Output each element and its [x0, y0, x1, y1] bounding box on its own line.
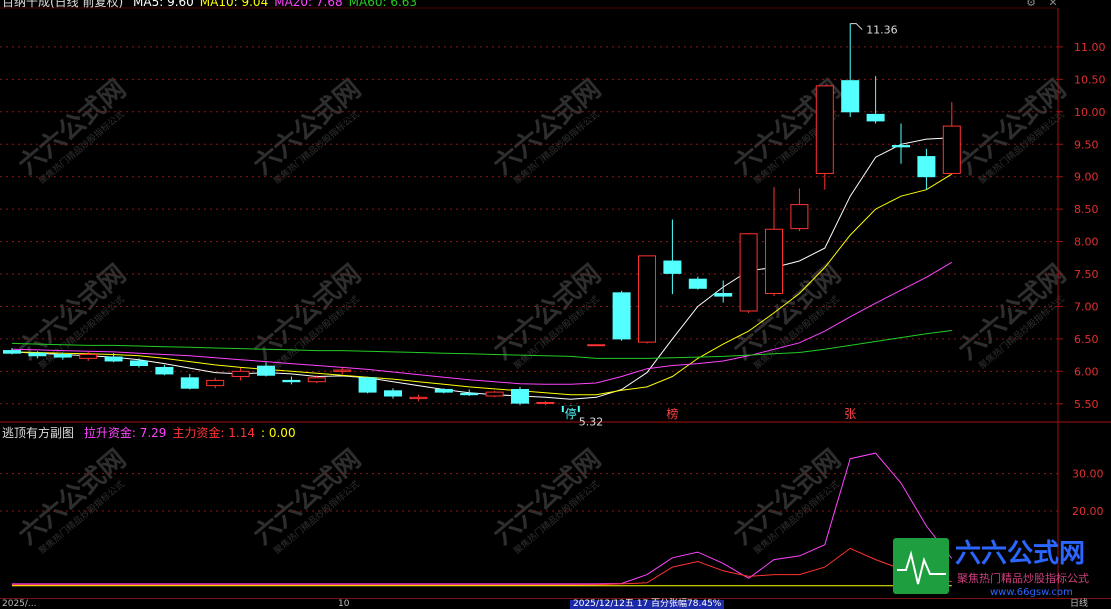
watermark-tile: 六六公式网聚焦热门精品炒股指标公式	[488, 259, 607, 372]
ma-legend-item: MA20: 7.68	[274, 0, 343, 9]
price-tick-label: 7.50	[1074, 268, 1099, 281]
watermark-tile: 六六公式网聚焦热门精品炒股指标公式	[488, 74, 607, 187]
ma-legend-item: MA10: 9.04	[199, 0, 269, 9]
event-marker: 停	[565, 406, 577, 421]
candle-body	[28, 352, 47, 357]
candle-body	[587, 344, 606, 347]
brand-url: www.66gsw.com	[990, 587, 1073, 598]
candle-body	[53, 353, 72, 358]
brand-logo-box	[893, 538, 949, 594]
watermark-tile: 六六公式网聚焦热门精品炒股指标公式	[488, 444, 607, 557]
candle-body	[790, 204, 809, 230]
candle-body	[942, 125, 961, 174]
watermark-tile: 六六公式网聚焦热门精品炒股指标公式	[953, 259, 1072, 372]
ma-legend-group: MA5: 9.60 MA10: 9.04 MA20: 7.68 MA60: 6.63	[133, 0, 423, 9]
watermark-layer: 六六公式网聚焦热门精品炒股指标公式 六六公式网聚焦热门精品炒股指标公式 六六公式网聚…	[13, 74, 1072, 557]
gear-icon[interactable]: ⚙	[1024, 0, 1038, 10]
price-tick-label: 6.50	[1074, 333, 1099, 346]
candle-body	[257, 365, 275, 376]
brand-watermark-logo: 六六公式网聚焦热门精品炒股指标公式 www.66gsw.com	[893, 538, 1089, 598]
price-tick-label: 9.00	[1074, 171, 1099, 184]
candle-body	[358, 377, 377, 393]
price-tick-label: 7.00	[1074, 300, 1099, 313]
high-price-label: 11.36	[866, 24, 898, 37]
stock-title: 百纳千成(日线 前复权)	[2, 0, 124, 9]
candle-body	[231, 370, 250, 378]
candle-body	[307, 377, 326, 383]
candle-body	[409, 396, 428, 400]
brand-tagline: 聚焦热门精品炒股指标公式	[957, 571, 1089, 585]
price-tick-label: 8.00	[1074, 236, 1099, 249]
candle-body	[892, 145, 910, 148]
price-tick-label: 11.00	[1074, 41, 1106, 54]
price-tick-label: 6.00	[1074, 365, 1099, 378]
candle-body	[384, 390, 402, 397]
main-chart-legend: 百纳千成(日线 前复权) MA5: 9.60 MA10: 9.04 MA20: 7.…	[2, 0, 429, 9]
candle-body	[739, 233, 758, 312]
status-bar: 2025/... 10 2025/12/12五 17 百分张幅78.45% 日线	[0, 598, 1111, 609]
candle-body	[765, 228, 783, 294]
indicator-legend-item: : 0.00	[261, 426, 296, 440]
candle-body	[917, 156, 936, 178]
candle-body	[485, 391, 504, 397]
candle-body	[638, 255, 656, 343]
candle-body	[79, 353, 98, 359]
watermark-tile: 六六公式网聚焦热门精品炒股指标公式	[248, 444, 367, 557]
ma-legend-item: MA5: 9.60	[133, 0, 194, 9]
candle-body	[3, 350, 21, 354]
candle-body	[104, 356, 123, 362]
event-marker: 张	[844, 407, 856, 421]
high-pointer	[850, 23, 863, 30]
candle-body	[714, 292, 733, 297]
candle-body	[663, 260, 682, 274]
low-price-label: 5.32	[579, 415, 604, 428]
indicator-line	[12, 547, 952, 586]
indicator-tick-label: 20.00	[1072, 505, 1104, 518]
stock-chart-window[interactable]: 六六公式网 聚焦热门精品炒股指标公式 六六公式网 聚焦热门精品炒股指标公式 六六公式网聚…	[0, 0, 1111, 609]
candle-body	[180, 377, 199, 389]
indicator-legend-item: 拉升资金: 7.29	[83, 426, 167, 440]
indicator-legend-item: 主力资金: 1.14	[172, 426, 255, 440]
watermark-tile: 六六公式网聚焦热门精品炒股指标公式	[13, 74, 132, 187]
watermark-tile: 六六公式网聚焦热门精品炒股指标公式	[248, 259, 367, 372]
candle-body	[841, 80, 860, 113]
indicator-legend-group: 拉升资金: 7.29 主力资金: 1.14 : 0.00	[84, 426, 302, 440]
candle-body	[130, 360, 148, 366]
sub-chart-legend: 逃顶有方副图 拉升资金: 7.29 主力资金: 1.14 : 0.00	[2, 426, 308, 440]
ma-legend-item: MA60: 6.63	[348, 0, 418, 9]
candle-body	[536, 401, 555, 404]
price-tick-label: 10.00	[1074, 106, 1106, 119]
price-tick-label: 9.50	[1074, 138, 1099, 151]
indicator-tick-label: 30.00	[1072, 468, 1104, 481]
sub-chart-title: 逃顶有方副图	[2, 426, 75, 440]
candle-body	[282, 379, 301, 383]
watermark-tile: 六六公式网聚焦热门精品炒股指标公式	[248, 74, 367, 187]
candle-body	[815, 85, 834, 174]
close-icon[interactable]: ✕	[1046, 0, 1060, 10]
candle-body	[688, 278, 707, 289]
candle-body	[460, 392, 479, 396]
price-tick-label: 8.50	[1074, 203, 1099, 216]
watermark-tile: 六六公式网聚焦热门精品炒股指标公式	[728, 444, 847, 557]
watermark-tile: 六六公式网聚焦热门精品炒股指标公式	[953, 74, 1072, 187]
price-tick-label: 10.50	[1074, 73, 1106, 86]
watermark-tile: 六六公式网聚焦热门精品炒股指标公式	[13, 444, 132, 557]
price-tick-label: 5.50	[1074, 398, 1099, 411]
candle-body	[333, 369, 352, 372]
candle-body	[866, 113, 885, 122]
candle-body	[206, 379, 225, 387]
brand-name: 六六公式网	[955, 539, 1085, 569]
candle-body	[511, 389, 529, 404]
candle-body	[155, 366, 174, 375]
event-marker: 榜	[666, 406, 678, 421]
candle-body	[434, 389, 453, 393]
chart-canvas[interactable]: 六六公式网聚焦热门精品炒股指标公式 六六公式网聚焦热门精品炒股指标公式 六六公式网聚…	[0, 0, 1111, 608]
candle-body	[612, 292, 631, 340]
watermark-tile: 六六公式网聚焦热门精品炒股指标公式	[728, 74, 847, 187]
